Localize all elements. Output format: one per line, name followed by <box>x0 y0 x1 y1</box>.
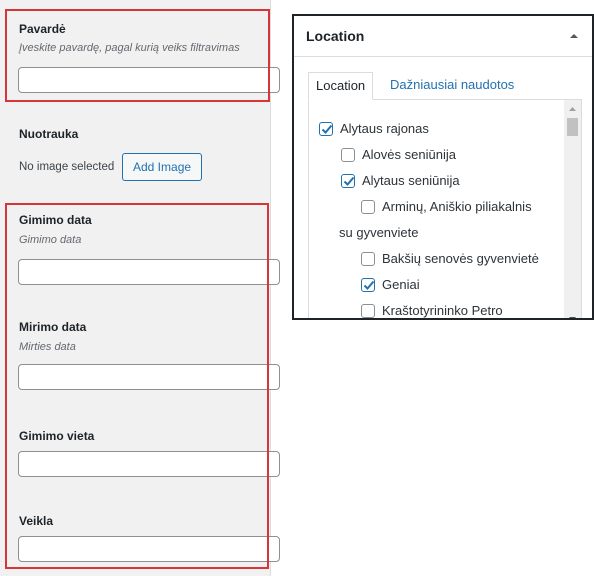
scrollbar-thumb[interactable] <box>567 118 578 136</box>
nuotrauka-label: Nuotrauka <box>19 127 79 141</box>
checklist-scrollbar[interactable] <box>564 100 581 320</box>
add-image-button[interactable]: Add Image <box>122 153 203 181</box>
list-item[interactable]: Arminų, Aniškio piliakalnis <box>361 198 532 216</box>
tab-most-used[interactable]: Dažniausiai naudotos <box>382 72 522 100</box>
list-item-label: Arminų, Aniškio piliakalnis <box>382 199 532 214</box>
list-item-label: Alytaus seniūnija <box>362 173 460 188</box>
location-header: Location <box>294 16 592 57</box>
no-image-text: No image selected <box>19 161 115 173</box>
checkbox-icon[interactable] <box>361 200 375 214</box>
scroll-up-arrow-icon[interactable] <box>568 105 577 113</box>
highlight-pavarde <box>5 9 270 102</box>
list-item-label: Bakšių senovės gyvenvietė <box>382 251 539 266</box>
list-item-label: Geniai <box>382 277 420 292</box>
list-item[interactable]: Alovės seniūnija <box>341 146 456 164</box>
tab-location[interactable]: Location <box>308 72 374 100</box>
location-checklist-panel: Alytaus rajonas Alovės seniūnija Alytaus… <box>308 99 582 320</box>
scroll-down-arrow-icon[interactable] <box>568 315 577 320</box>
checkbox-checked-icon[interactable] <box>361 278 375 292</box>
location-metabox: Location Location Dažniausiai naudotos A… <box>292 14 594 320</box>
checkbox-icon[interactable] <box>361 252 375 266</box>
location-title: Location <box>306 28 365 44</box>
highlight-dates-group <box>5 203 269 569</box>
list-item[interactable]: Alytaus seniūnija <box>341 172 460 190</box>
list-item[interactable]: Geniai <box>361 276 420 294</box>
list-item-label: Kraštotyrininko Petro <box>382 303 503 318</box>
checkbox-checked-icon[interactable] <box>341 174 355 188</box>
list-item[interactable]: Alytaus rajonas <box>319 120 429 138</box>
collapse-arrow-icon[interactable] <box>568 31 580 41</box>
list-item[interactable]: Kraštotyrininko Petro <box>361 302 503 318</box>
checkbox-checked-icon[interactable] <box>319 122 333 136</box>
list-item[interactable]: Bakšių senovės gyvenvietė <box>361 250 539 268</box>
list-item-label: Alytaus rajonas <box>340 121 429 136</box>
checkbox-icon[interactable] <box>361 304 375 318</box>
list-item-label: Alovės seniūnija <box>362 147 456 162</box>
checkbox-icon[interactable] <box>341 148 355 162</box>
list-item-continuation: su gyvenviete <box>339 225 419 240</box>
